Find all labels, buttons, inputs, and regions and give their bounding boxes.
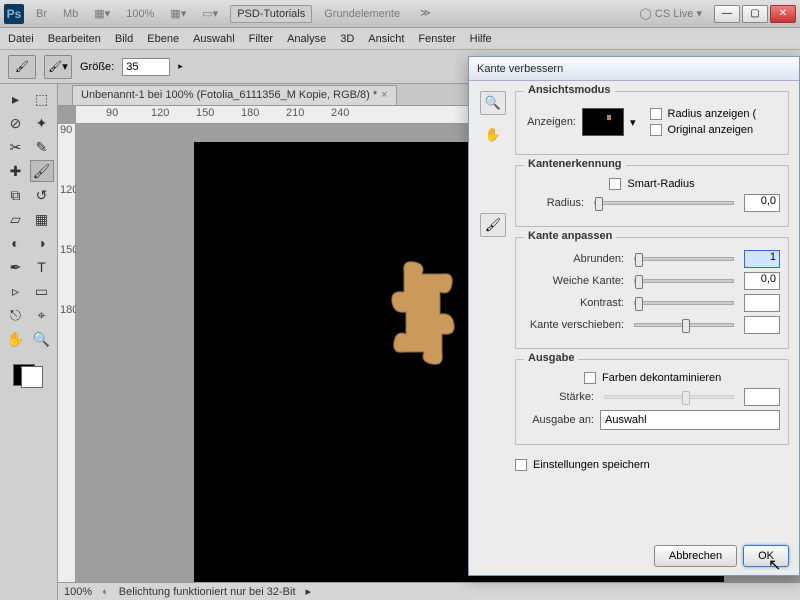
titlebar-br[interactable]: Br xyxy=(32,6,51,22)
tab-close-icon[interactable]: × xyxy=(381,89,387,101)
brush-size-input[interactable] xyxy=(122,58,170,76)
dropdown-arrow-icon[interactable]: ▾ xyxy=(630,116,636,129)
wand-tool[interactable]: ✦ xyxy=(30,112,54,134)
app-titlebar: Ps Br Mb ▦▾ 100% ▦▾ ▭▾ PSD-Tutorials Gru… xyxy=(0,0,800,28)
edge-detection-group: Kantenerkennung Smart-Radius Radius:0,0 xyxy=(515,165,789,227)
gradient-tool[interactable]: ▦ xyxy=(30,208,54,230)
brush-tool[interactable]: 🖌 xyxy=(30,160,54,182)
ok-button[interactable]: OK xyxy=(743,545,789,567)
cslive-dropdown[interactable]: ◯ CS Live ▾ xyxy=(636,5,706,22)
show-radius-checkbox[interactable] xyxy=(650,108,662,120)
shift-slider[interactable] xyxy=(634,323,734,327)
menu-bearbeiten[interactable]: Bearbeiten xyxy=(48,33,101,45)
menu-hilfe[interactable]: Hilfe xyxy=(470,33,492,45)
cancel-button[interactable]: Abbrechen xyxy=(654,545,737,567)
feather-value[interactable]: 0,0 xyxy=(744,272,780,290)
zoom-tool[interactable]: 🔍 xyxy=(30,328,54,350)
status-arrow-icon[interactable]: ▸ xyxy=(306,585,312,598)
menu-analyse[interactable]: Analyse xyxy=(287,33,326,45)
titlebar-workspace-2[interactable]: Grundelemente xyxy=(320,6,404,22)
blur-tool[interactable]: ◐ xyxy=(4,232,28,254)
output-select[interactable]: Auswahl xyxy=(600,410,780,430)
strength-value xyxy=(744,388,780,406)
contrast-slider[interactable] xyxy=(634,301,734,305)
3d-tool[interactable]: ⎋ xyxy=(4,304,28,326)
dialog-brush-tool[interactable]: 🖌 xyxy=(480,213,506,237)
more-icon[interactable]: ≫ xyxy=(416,6,434,21)
radius-value[interactable]: 0,0 xyxy=(744,194,780,212)
path-tool[interactable]: ▹ xyxy=(4,280,28,302)
remember-settings-checkbox[interactable] xyxy=(515,459,527,471)
stamp-tool[interactable]: ⧉ xyxy=(4,184,28,206)
titlebar-extras-icon[interactable]: ▭▾ xyxy=(198,5,222,22)
camera-tool[interactable]: ⌖ xyxy=(30,304,54,326)
refine-edge-dialog: Kante verbessern 🔍 ✋ 🖌 Ansichtsmodus Anz… xyxy=(468,56,800,576)
feather-slider[interactable] xyxy=(634,279,734,283)
smooth-value[interactable]: 1 xyxy=(744,250,780,268)
shape-tool[interactable]: ▭ xyxy=(30,280,54,302)
size-label: Größe: xyxy=(80,61,114,73)
status-message: Belichtung funktioniert nur bei 32-Bit xyxy=(119,586,296,598)
dialog-hand-tool[interactable]: ✋ xyxy=(480,123,506,147)
shift-value[interactable] xyxy=(744,316,780,334)
history-tool[interactable]: ↺ xyxy=(30,184,54,206)
show-original-checkbox[interactable] xyxy=(650,124,662,136)
menu-filter[interactable]: Filter xyxy=(249,33,273,45)
view-preview-dropdown[interactable] xyxy=(582,108,624,136)
menu-fenster[interactable]: Fenster xyxy=(418,33,455,45)
current-tool-icon[interactable]: 🖌 xyxy=(8,55,36,79)
titlebar-screen-icon[interactable]: ▦▾ xyxy=(166,5,190,22)
minimize-button[interactable]: — xyxy=(714,5,740,23)
marquee-tool[interactable]: ⬚ xyxy=(30,88,54,110)
app-logo-icon: Ps xyxy=(4,4,24,24)
background-color[interactable] xyxy=(21,366,43,388)
strength-slider xyxy=(604,395,734,399)
contrast-value[interactable] xyxy=(744,294,780,312)
menu-bar: Datei Bearbeiten Bild Ebene Auswahl Filt… xyxy=(0,28,800,50)
close-button[interactable]: ✕ xyxy=(770,5,796,23)
decontaminate-checkbox[interactable] xyxy=(584,372,596,384)
maximize-button[interactable]: ▢ xyxy=(742,5,768,23)
titlebar-workspace-1[interactable]: PSD-Tutorials xyxy=(230,5,312,23)
heal-tool[interactable]: ✚ xyxy=(4,160,28,182)
status-bar: 100% ◐ Belichtung funktioniert nur bei 3… xyxy=(58,582,800,600)
menu-datei[interactable]: Datei xyxy=(8,33,34,45)
status-zoom[interactable]: 100% xyxy=(64,586,92,598)
eraser-tool[interactable]: ▱ xyxy=(4,208,28,230)
ruler-vertical: 90 120 150 180 xyxy=(58,124,76,582)
size-stepper-icon[interactable]: ▸ xyxy=(178,61,183,72)
lasso-tool[interactable]: ⊘ xyxy=(4,112,28,134)
type-tool[interactable]: T xyxy=(30,256,54,278)
titlebar-mb[interactable]: Mb xyxy=(59,6,82,22)
view-mode-group: Ansichtsmodus Anzeigen: ▾ Radius anzeige… xyxy=(515,91,789,155)
move-tool[interactable]: ▸ xyxy=(4,88,28,110)
brush-preset-icon[interactable]: 🖌▾ xyxy=(44,55,72,79)
smart-radius-checkbox[interactable] xyxy=(609,178,621,190)
output-group: Ausgabe Farben dekontaminieren Stärke: A… xyxy=(515,359,789,445)
menu-3d[interactable]: 3D xyxy=(340,33,354,45)
smooth-slider[interactable] xyxy=(634,257,734,261)
dialog-titlebar[interactable]: Kante verbessern xyxy=(469,57,799,81)
menu-ebene[interactable]: Ebene xyxy=(147,33,179,45)
adjust-edge-group: Kante anpassen Abrunden:1 Weiche Kante:0… xyxy=(515,237,789,349)
hand-tool[interactable]: ✋ xyxy=(4,328,28,350)
menu-auswahl[interactable]: Auswahl xyxy=(193,33,235,45)
color-swatches[interactable] xyxy=(13,358,45,390)
menu-bild[interactable]: Bild xyxy=(115,33,133,45)
pen-tool[interactable]: ✒ xyxy=(4,256,28,278)
titlebar-arrange-icon[interactable]: ▦▾ xyxy=(90,5,114,22)
eyedropper-tool[interactable]: ✎ xyxy=(30,136,54,158)
document-tab[interactable]: Unbenannt-1 bei 100% (Fotolia_6111356_M … xyxy=(72,85,397,105)
dodge-tool[interactable]: ◑ xyxy=(30,232,54,254)
radius-slider[interactable] xyxy=(594,201,734,205)
dialog-zoom-tool[interactable]: 🔍 xyxy=(480,91,506,115)
titlebar-zoom[interactable]: 100% xyxy=(122,6,158,22)
crop-tool[interactable]: ✂ xyxy=(4,136,28,158)
puzzle-shape xyxy=(384,252,474,372)
toolbox: ▸⬚ ⊘✦ ✂✎ ✚🖌 ⧉↺ ▱▦ ◐◑ ✒T ▹▭ ⎋⌖ ✋🔍 xyxy=(0,84,58,600)
menu-ansicht[interactable]: Ansicht xyxy=(368,33,404,45)
